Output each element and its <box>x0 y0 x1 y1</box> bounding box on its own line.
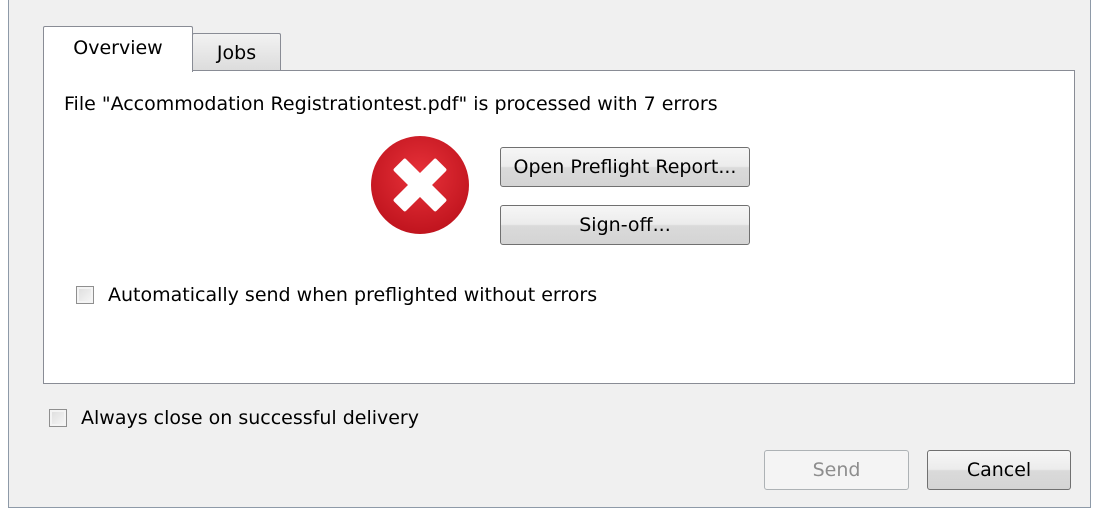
overview-panel: File "Accommodation Registrationtest.pdf… <box>43 70 1075 384</box>
status-message: File "Accommodation Registrationtest.pdf… <box>64 93 718 115</box>
open-preflight-report-label: Open Preflight Report... <box>513 156 737 178</box>
send-dialog: Overview Jobs File "Accommodation Regist… <box>8 0 1091 508</box>
tab-overview-label: Overview <box>73 36 163 59</box>
sign-off-button[interactable]: Sign-off... <box>500 205 750 245</box>
always-close-label: Always close on successful delivery <box>81 407 419 429</box>
open-preflight-report-button[interactable]: Open Preflight Report... <box>500 147 750 187</box>
tab-jobs[interactable]: Jobs <box>192 33 281 71</box>
always-close-option[interactable]: Always close on successful delivery <box>49 407 419 429</box>
error-x-icon <box>369 134 471 236</box>
cancel-button-label: Cancel <box>966 459 1032 481</box>
auto-send-label: Automatically send when preflighted with… <box>108 284 598 306</box>
sign-off-label: Sign-off... <box>579 214 671 236</box>
always-close-checkbox[interactable] <box>49 409 67 427</box>
tab-overview[interactable]: Overview <box>43 26 193 72</box>
auto-send-option[interactable]: Automatically send when preflighted with… <box>76 284 597 306</box>
auto-send-checkbox[interactable] <box>76 286 94 304</box>
send-button[interactable]: Send <box>764 450 909 490</box>
cancel-button[interactable]: Cancel <box>927 450 1071 490</box>
send-button-label: Send <box>812 459 861 481</box>
tab-jobs-label: Jobs <box>216 41 257 64</box>
error-x-icon-graphic <box>371 136 469 234</box>
